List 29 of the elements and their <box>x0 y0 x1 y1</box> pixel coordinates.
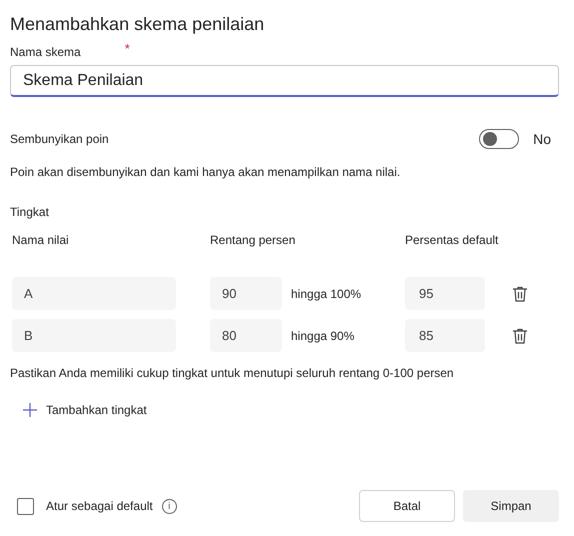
toggle-label: Sembunyikan poin <box>10 132 109 146</box>
range-to-text: hingga 100% <box>290 286 362 300</box>
default-percent-field[interactable]: 95 <box>405 277 485 310</box>
section-title: Tingkat <box>10 205 50 219</box>
grade-name-field[interactable]: A <box>12 277 176 310</box>
default-checkbox[interactable] <box>17 498 34 514</box>
checkbox-label: Atur sebagai default <box>46 499 153 513</box>
add-level-button[interactable]: Tambahkan tingkat <box>22 402 147 418</box>
dialog-title: Menambahkan skema penilaian <box>10 14 266 35</box>
hide-points-toggle[interactable] <box>479 129 520 149</box>
column-header: Nama nilai <box>12 233 70 247</box>
field-label: Nama skema <box>10 45 81 59</box>
scheme-name-field[interactable]: Skema Penilaian <box>10 65 559 97</box>
default-percent-field[interactable]: 85 <box>405 319 485 352</box>
column-header: Persentas default <box>405 233 500 247</box>
grade-name-field[interactable]: B <box>12 319 176 352</box>
range-note: Pastikan Anda memiliki cukup tingkat untuk menutupi seluruh rentang 0-100 persen <box>10 366 455 380</box>
info-icon[interactable]: i <box>162 498 177 514</box>
add-icon <box>22 402 38 418</box>
description-text: Poin akan disembunyikan dan kami hanya akan menampilkan nama nilai. <box>10 165 402 179</box>
toggle-state-text: No <box>533 131 551 147</box>
required-mark: * <box>124 41 130 56</box>
delete-icon[interactable] <box>511 326 529 344</box>
range-to-text: hingga 90% <box>290 328 356 342</box>
range-from-field[interactable]: 90 <box>210 277 282 310</box>
cancel-button[interactable]: Batal <box>359 490 455 522</box>
range-from-field[interactable]: 80 <box>210 319 282 352</box>
column-header: Rentang persen <box>210 233 296 247</box>
delete-icon[interactable] <box>511 284 529 302</box>
